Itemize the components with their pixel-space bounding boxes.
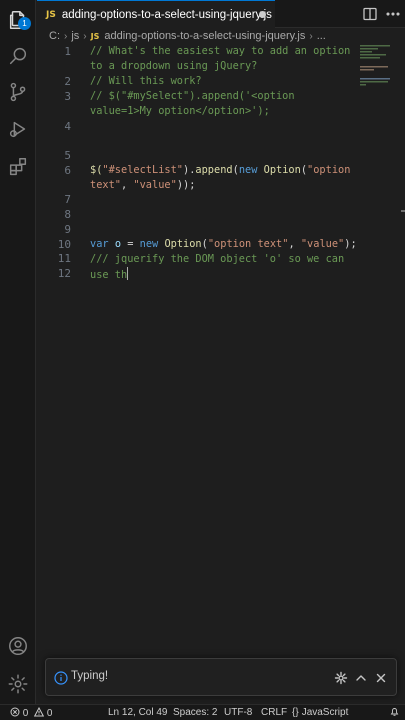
gear-icon[interactable]	[334, 670, 348, 685]
chevron-right-icon: ›	[64, 30, 68, 42]
extensions-icon[interactable]	[6, 155, 30, 179]
line-number: 11	[57, 252, 71, 265]
error-count: 0	[22, 708, 29, 719]
comment: // Will this work?	[90, 75, 202, 87]
code-line-7: $("#selectList").append(new Option("opti…	[90, 163, 350, 178]
code-token: ,	[121, 179, 134, 191]
code-token: var	[90, 238, 109, 250]
line-number: 10	[57, 238, 71, 251]
code-line-12: /// jquerify the DOM object 'o' so we ca…	[90, 252, 344, 267]
code-token: Option	[164, 238, 202, 250]
scroll-marker	[401, 210, 405, 212]
code-line-1-wrap: to a dropdown using jQuery?	[90, 59, 257, 74]
line-ending[interactable]: CRLF	[261, 707, 287, 718]
run-debug-icon[interactable]	[6, 117, 30, 141]
cursor-position[interactable]: Ln 12, Col 49	[108, 707, 168, 718]
encoding[interactable]: UTF-8	[224, 707, 252, 718]
line-number: 3	[64, 90, 71, 103]
code-line-1: // What's the easiest way to add an opti…	[90, 44, 350, 59]
code-token: "#selectList"	[102, 164, 183, 176]
vertical-scrollbar[interactable]	[399, 44, 405, 704]
code-token: new	[238, 164, 258, 176]
comment: use th	[90, 269, 128, 281]
code-token: $(	[90, 164, 103, 176]
breadcrumb-folder[interactable]: js	[71, 30, 79, 42]
minimap-preview	[360, 45, 390, 86]
chevron-right-icon: ›	[309, 30, 313, 42]
text-cursor	[127, 267, 129, 280]
tab-bar: JS adding-options-to-a-select-using-jque…	[37, 0, 405, 28]
explorer-badge: 1	[18, 17, 31, 30]
line-number: 7	[64, 193, 71, 206]
editor-tab[interactable]: JS adding-options-to-a-select-using-jque…	[37, 0, 275, 28]
notification-toast: Typing!	[45, 658, 397, 696]
source-control-icon[interactable]	[6, 80, 30, 104]
code-token: Option	[263, 164, 301, 176]
chevron-right-icon: ›	[83, 30, 87, 42]
comment: // $("#mySelect").append('<option	[90, 90, 295, 102]
code-token: );	[344, 238, 357, 250]
code-token: =	[121, 238, 140, 250]
code-line-11: var o = new Option("option text", "value…	[90, 237, 357, 252]
problems-indicator[interactable]: 0 0	[10, 707, 52, 719]
tab-title: adding-options-to-a-select-using-jquery.…	[61, 8, 272, 21]
code-token: "option text"	[207, 238, 289, 250]
code-token: "value"	[300, 238, 345, 250]
code-line-2: // Will this work?	[90, 74, 202, 89]
braces-icon: {}	[292, 707, 299, 718]
code-line-3-wrap: value=1>My option</option>');	[90, 104, 270, 119]
warning-count: 0	[46, 708, 53, 719]
code-token: ).	[183, 164, 196, 176]
more-actions-icon[interactable]	[385, 6, 401, 22]
code-token: "option	[307, 164, 351, 176]
line-number: 12	[57, 267, 71, 280]
unsaved-dot-icon[interactable]	[259, 11, 266, 18]
comment: to a dropdown using jQuery?	[90, 60, 258, 72]
breadcrumb-more[interactable]: ...	[317, 30, 326, 42]
breadcrumb: C: › js › JS adding-options-to-a-select-…	[37, 28, 405, 44]
line-number: 4	[64, 120, 71, 133]
notifications-bell-icon[interactable]	[389, 706, 400, 720]
warning-icon	[34, 707, 45, 717]
comment: value=1>My option</option>');	[90, 105, 270, 117]
javascript-file-icon: JS	[90, 31, 100, 41]
code-line-7-wrap: text", "value"));	[90, 178, 195, 193]
close-icon[interactable]	[374, 670, 388, 684]
comment: // What's the easiest way to add an opti…	[90, 45, 351, 57]
code-line-3: // $("#mySelect").append('<option	[90, 89, 295, 104]
notification-message: Typing!	[71, 670, 109, 682]
code-token: ));	[176, 179, 196, 191]
line-number: 1	[64, 45, 71, 58]
language-mode[interactable]: {} JavaScript	[292, 707, 348, 718]
breadcrumb-drive[interactable]: C:	[49, 30, 60, 42]
minimap[interactable]	[360, 44, 394, 114]
code-token: append	[195, 164, 233, 176]
line-number: 9	[64, 223, 71, 236]
indentation[interactable]: Spaces: 2	[173, 707, 217, 718]
line-number: 8	[64, 208, 71, 221]
info-icon	[54, 670, 68, 685]
split-editor-icon[interactable]	[362, 6, 378, 22]
chevron-up-icon[interactable]	[354, 670, 368, 684]
line-number: 6	[64, 164, 71, 177]
breadcrumb-file[interactable]: adding-options-to-a-select-using-jquery.…	[104, 30, 305, 42]
error-icon	[10, 707, 20, 717]
line-number: 2	[64, 75, 71, 88]
language-label: JavaScript	[301, 707, 349, 718]
status-bar: 0 0 Ln 12, Col 49 Spaces: 2 UTF-8 CRLF {…	[0, 704, 405, 720]
code-token: new	[139, 238, 159, 250]
code-token: "value"	[133, 179, 177, 191]
manage-gear-icon[interactable]	[6, 672, 30, 696]
code-token: text"	[90, 179, 121, 191]
javascript-file-icon: JS	[46, 9, 56, 20]
comment: /// jquerify the DOM object 'o' so we ca…	[90, 253, 345, 265]
account-icon[interactable]	[6, 634, 30, 658]
code-token: ,	[288, 238, 301, 250]
activity-bar: 1	[0, 0, 36, 704]
search-icon[interactable]	[6, 44, 30, 68]
code-line-12-wrap: use th	[90, 267, 129, 282]
line-number: 5	[64, 149, 71, 162]
